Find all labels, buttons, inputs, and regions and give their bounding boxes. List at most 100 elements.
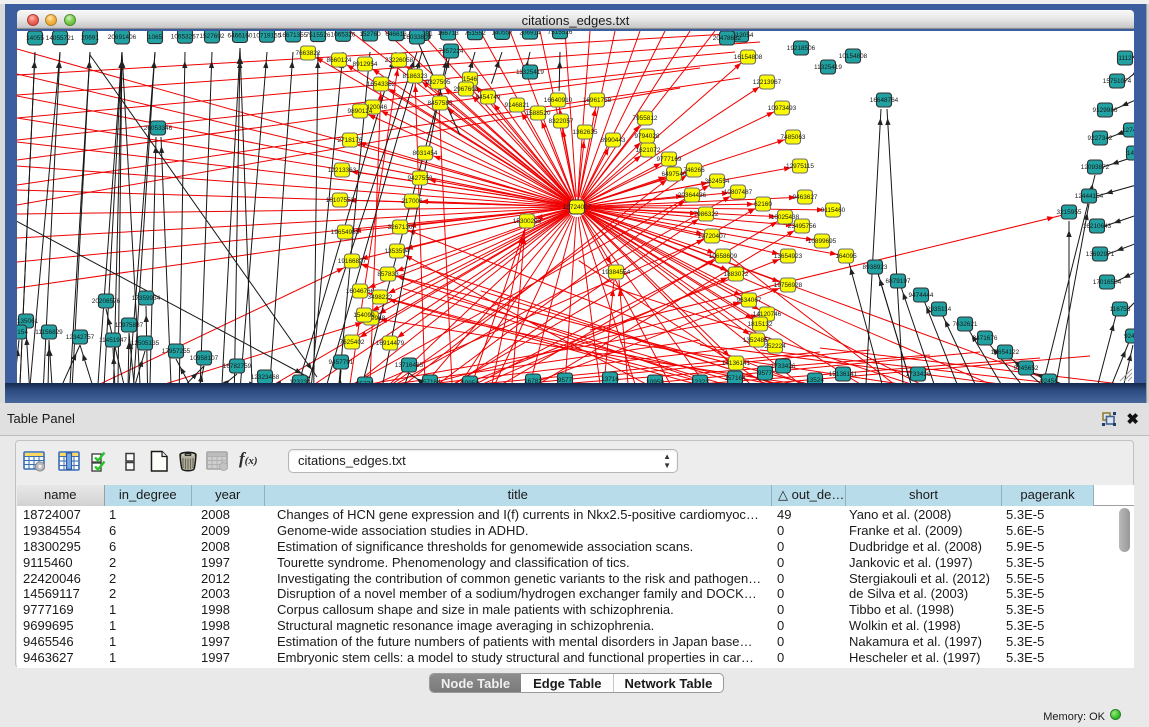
svg-text:3624554: 3624554 <box>705 178 730 185</box>
svg-text:746266: 746266 <box>683 167 705 174</box>
svg-text:9245652: 9245652 <box>1014 365 1039 372</box>
svg-text:16648764: 16648764 <box>870 97 899 104</box>
svg-text:9115460: 9115460 <box>821 207 846 214</box>
svg-text:10807487: 10807487 <box>724 189 753 196</box>
svg-text:10654122: 10654122 <box>991 349 1020 356</box>
svg-text:20478682: 20478682 <box>713 35 742 42</box>
svg-text:10719155: 10719155 <box>253 32 282 39</box>
svg-text:9146821: 9146821 <box>505 102 530 109</box>
svg-text:20691: 20691 <box>81 35 99 42</box>
svg-text:13720407: 13720407 <box>698 233 727 240</box>
svg-text:7663822: 7663822 <box>296 50 321 57</box>
svg-text:17359934: 17359934 <box>132 295 161 302</box>
svg-text:7515526: 7515526 <box>306 32 331 39</box>
svg-text:15300293: 15300293 <box>513 218 542 225</box>
svg-text:8938923: 8938923 <box>863 264 888 271</box>
svg-text:6879197: 6879197 <box>886 278 911 285</box>
svg-text:9890124: 9890124 <box>348 108 373 115</box>
svg-text:10958107: 10958107 <box>190 355 219 362</box>
svg-text:8322057: 8322057 <box>549 118 574 125</box>
svg-text:9327505: 9327505 <box>426 79 451 86</box>
svg-text:23495756: 23495756 <box>788 223 817 230</box>
svg-text:16782759: 16782759 <box>223 363 252 370</box>
svg-text:1135061: 1135061 <box>17 318 39 325</box>
svg-text:10899695: 10899695 <box>808 238 837 245</box>
svg-text:39154: 39154 <box>17 329 28 336</box>
svg-text:12093872: 12093872 <box>1081 164 1110 171</box>
svg-text:6466160: 6466160 <box>228 33 253 40</box>
svg-text:10154808: 10154808 <box>839 53 868 60</box>
svg-text:20691406: 20691406 <box>108 34 137 41</box>
svg-text:11156829: 11156829 <box>35 329 63 336</box>
svg-text:3498222: 3498222 <box>368 294 393 301</box>
svg-text:7632621: 7632621 <box>953 321 978 328</box>
svg-text:10975887: 10975887 <box>115 322 144 329</box>
svg-text:9129966: 9129966 <box>1093 107 1118 114</box>
svg-text:10658609: 10658609 <box>709 253 738 260</box>
svg-text:19166827: 19166827 <box>338 258 367 265</box>
svg-text:17957255: 17957255 <box>162 348 191 355</box>
svg-text:15136141: 15136141 <box>829 371 858 378</box>
svg-text:154099: 154099 <box>353 312 375 319</box>
svg-text:16543362: 16543362 <box>367 81 396 88</box>
svg-text:6497546: 6497546 <box>662 171 687 178</box>
svg-text:14136141: 14136141 <box>722 360 751 367</box>
svg-text:13716485: 13716485 <box>395 362 424 369</box>
svg-text:1065: 1065 <box>148 34 163 41</box>
svg-text:164095: 164095 <box>835 253 857 260</box>
svg-text:217006: 217006 <box>401 198 423 205</box>
svg-text:252224: 252224 <box>764 343 786 350</box>
svg-text:1588520: 1588520 <box>526 110 551 117</box>
svg-text:152760: 152760 <box>359 31 381 38</box>
svg-text:9474444: 9474444 <box>909 292 934 299</box>
svg-text:19756928: 19756928 <box>774 282 803 289</box>
svg-text:8031454: 8031454 <box>413 150 438 157</box>
svg-text:1065326: 1065326 <box>331 32 356 39</box>
svg-text:1362635: 1362635 <box>573 129 598 136</box>
svg-text:10653267: 10653267 <box>171 33 200 40</box>
svg-text:10107553: 10107553 <box>326 197 355 204</box>
svg-text:8186323: 8186323 <box>403 73 428 80</box>
svg-text:9777169: 9777169 <box>657 156 682 163</box>
svg-text:1733426: 1733426 <box>771 363 796 370</box>
svg-text:9463627: 9463627 <box>793 194 818 201</box>
svg-text:157164: 157164 <box>724 375 746 382</box>
svg-text:857833: 857833 <box>377 271 399 278</box>
svg-text:3267130: 3267130 <box>388 224 413 231</box>
svg-text:19218506: 19218506 <box>787 45 816 52</box>
svg-text:2718176: 2718176 <box>338 137 363 144</box>
svg-text:11325419: 11325419 <box>814 64 842 71</box>
svg-text:9457791: 9457791 <box>329 359 354 366</box>
svg-text:19654983: 19654983 <box>331 229 360 236</box>
svg-text:8454749: 8454749 <box>476 94 501 101</box>
svg-text:7485063: 7485063 <box>781 134 806 141</box>
svg-text:17016504: 17016504 <box>1093 279 1122 286</box>
svg-text:12746: 12746 <box>1122 127 1134 134</box>
svg-text:7515526: 7515526 <box>548 31 573 36</box>
svg-text:12444154: 12444154 <box>1075 193 1104 200</box>
svg-text:9794028: 9794028 <box>635 133 660 140</box>
svg-text:7357224: 7357224 <box>439 48 464 55</box>
svg-text:92450: 92450 <box>1124 333 1134 340</box>
svg-text:20206576: 20206576 <box>92 298 121 305</box>
svg-text:12505135: 12505135 <box>131 340 160 347</box>
svg-text:8471676: 8471676 <box>973 335 998 342</box>
svg-text:8990443: 8990443 <box>601 137 626 144</box>
svg-text:16640910: 16640910 <box>544 97 573 104</box>
svg-text:18724007: 18724007 <box>563 204 592 211</box>
svg-text:26053346: 26053346 <box>144 125 173 132</box>
svg-text:1112: 1112 <box>1118 55 1132 62</box>
svg-text:14055: 14055 <box>26 35 44 42</box>
svg-text:1883072: 1883072 <box>724 271 749 278</box>
svg-text:23226058: 23226058 <box>385 57 414 64</box>
svg-text:16671355: 16671355 <box>279 32 308 39</box>
svg-text:16033809: 16033809 <box>403 34 432 41</box>
svg-text:1467: 1467 <box>1127 150 1134 157</box>
svg-text:16961758: 16961758 <box>583 97 612 104</box>
svg-text:2935114: 2935114 <box>927 306 952 313</box>
svg-text:9577: 9577 <box>758 370 773 377</box>
svg-text:1815132: 1815132 <box>748 321 773 328</box>
svg-text:9427552: 9427552 <box>408 175 433 182</box>
svg-text:751552: 751552 <box>464 31 486 37</box>
svg-text:16210643: 16210643 <box>1083 223 1112 230</box>
